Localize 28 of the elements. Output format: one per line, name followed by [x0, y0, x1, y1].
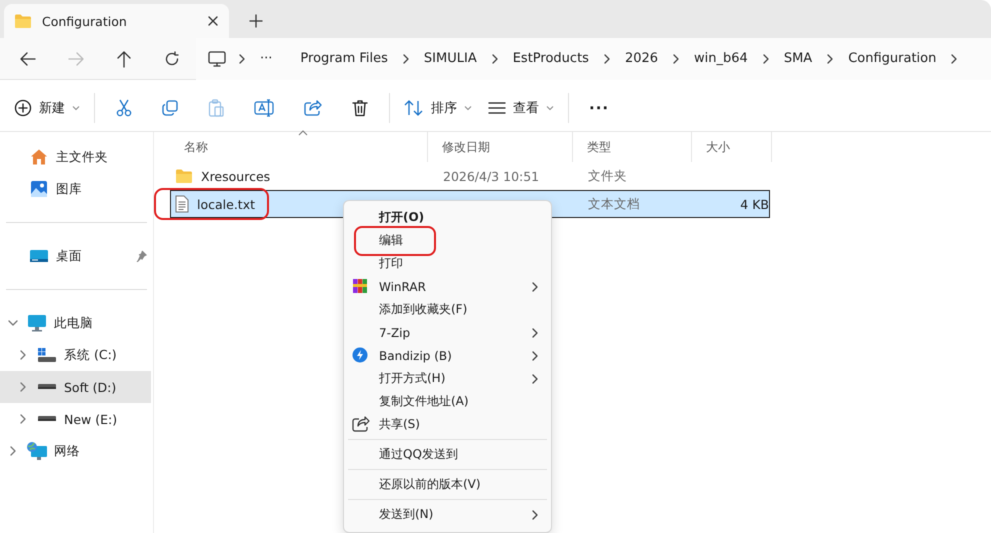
sidebar-label: 主文件夹: [56, 148, 108, 166]
menu-label: 打开(O): [379, 209, 426, 226]
menu-label: Bandizip (B): [379, 348, 453, 362]
file-size: 4 KB: [740, 196, 769, 212]
menu-label: 添加到收藏夹(F): [379, 301, 468, 318]
file-name: locale.txt: [197, 196, 255, 212]
sidebar-label: 系统 (C:): [64, 346, 117, 364]
menu-label: 发送到(N): [379, 506, 434, 523]
modified-date: 2026/4/3 10:51: [443, 168, 540, 184]
menu-label: WinRAR: [379, 280, 427, 294]
file-type: 文件夹: [588, 168, 627, 182]
menu-label: 编辑: [379, 232, 404, 249]
menu-label: 通过QQ发送到: [379, 446, 459, 463]
menu-label: 复制文件地址(A): [379, 393, 470, 410]
sidebar-label: 桌面: [56, 248, 82, 264]
tab-title: Configuration: [42, 14, 128, 28]
menu-label: 还原以前的版本(V): [379, 476, 482, 493]
menu-label: 打印: [379, 255, 404, 272]
sidebar-label: New (E:): [64, 412, 118, 426]
file-type: 文本文档: [588, 196, 640, 210]
menu-label: 共享(S): [379, 416, 421, 433]
sidebar-label: 此电脑: [54, 314, 93, 332]
menu-label: 7-Zip: [379, 326, 412, 340]
sidebar-label: 网络: [54, 442, 80, 460]
sidebar-label: 图库: [56, 180, 82, 198]
menu-label: 打开方式(H): [379, 370, 446, 387]
sidebar-label: Soft (D:): [64, 380, 116, 394]
file-name: Xresources: [201, 168, 270, 184]
